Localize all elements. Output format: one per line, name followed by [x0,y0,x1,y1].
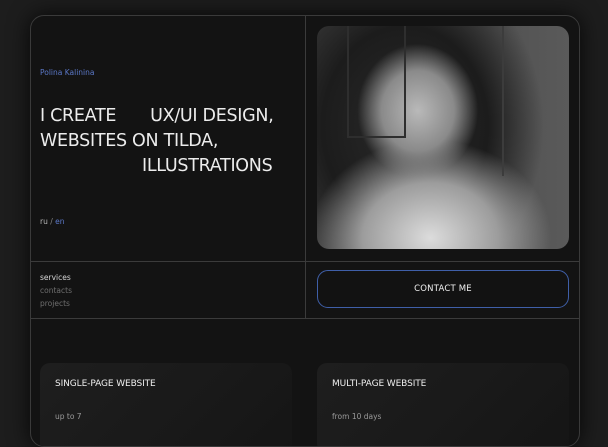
service-meta: from 10 days [332,412,382,421]
headline-line-3: ILLUSTRATIONS [142,156,273,176]
author-name: Polina Kalinina [40,68,95,77]
wall-panel [502,26,569,176]
horizontal-divider [31,261,579,262]
lang-ru-link[interactable]: ru [40,217,48,226]
service-card[interactable]: SINGLE-PAGE WEBSITE up to 7 [40,363,292,446]
portfolio-card: Polina Kalinina I CREATE UX/UI DESIGN, WE… [30,15,580,447]
nav-item-contacts[interactable]: contacts [40,285,72,298]
vertical-divider [305,16,306,318]
service-meta: up to 7 [55,412,82,421]
service-title: SINGLE-PAGE WEBSITE [55,379,156,389]
contact-button[interactable]: CONTACT ME [317,270,569,308]
language-switcher: ru / en [40,217,65,226]
headline-text: I CREATE [40,106,117,126]
nav-item-projects[interactable]: projects [40,298,72,311]
portrait-photo [317,26,569,249]
headline-text: UX/UI DESIGN, [150,106,274,126]
wall-panel [347,26,406,138]
lang-en-link[interactable]: en [55,217,64,226]
horizontal-divider [31,318,579,319]
service-title: MULTI-PAGE WEBSITE [332,379,427,389]
lang-separator: / [50,217,53,226]
headline-line-2: WEBSITES ON TILDA, [40,131,219,151]
headline-line-1: I CREATE UX/UI DESIGN, [40,106,274,126]
nav-item-services[interactable]: services [40,272,72,285]
nav-menu: services contacts projects [40,272,72,310]
service-card[interactable]: MULTI-PAGE WEBSITE from 10 days [317,363,569,446]
